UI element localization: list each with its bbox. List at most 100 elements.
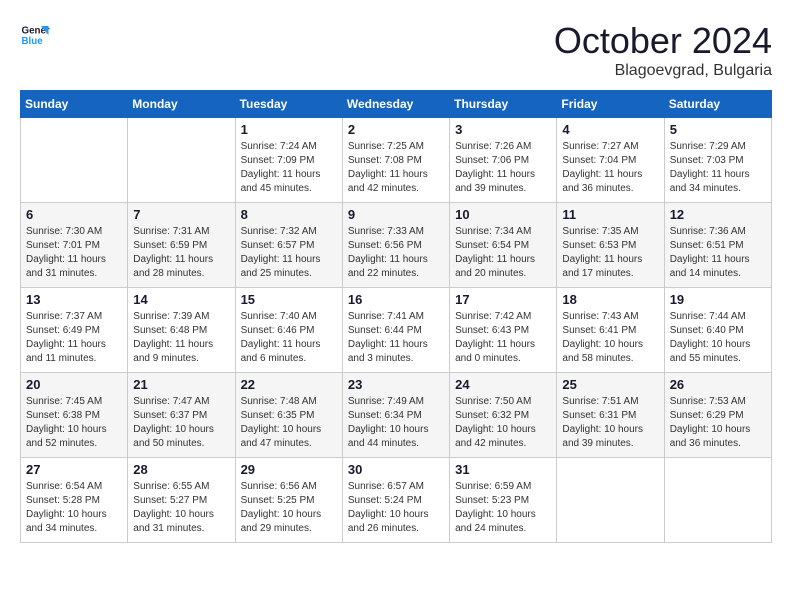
calendar-table: SundayMondayTuesdayWednesdayThursdayFrid…	[20, 90, 772, 543]
day-info: Sunrise: 7:53 AM Sunset: 6:29 PM Dayligh…	[670, 395, 766, 451]
calendar-cell: 13 Sunrise: 7:37 AM Sunset: 6:49 PM Dayli…	[21, 288, 128, 373]
calendar-cell	[21, 118, 128, 203]
day-info: Sunrise: 6:57 AM Sunset: 5:24 PM Dayligh…	[348, 480, 444, 536]
calendar-cell: 31 Sunrise: 6:59 AM Sunset: 5:23 PM Dayli…	[450, 458, 557, 543]
calendar-cell: 4 Sunrise: 7:27 AM Sunset: 7:04 PM Daylig…	[557, 118, 664, 203]
calendar-cell: 2 Sunrise: 7:25 AM Sunset: 7:08 PM Daylig…	[342, 118, 449, 203]
calendar-cell: 11Sunrise: 7:35 AM Sunset: 6:53 PM Dayli…	[557, 203, 664, 288]
day-number: 3	[455, 122, 551, 137]
day-number: 6	[26, 207, 122, 222]
weekday-header-friday: Friday	[557, 91, 664, 118]
logo: General Blue	[20, 20, 50, 50]
calendar-cell: 21 Sunrise: 7:47 AM Sunset: 6:37 PM Dayli…	[128, 373, 235, 458]
calendar-week-2: 6 Sunrise: 7:30 AM Sunset: 7:01 PM Daylig…	[21, 203, 772, 288]
calendar-header-row: SundayMondayTuesdayWednesdayThursdayFrid…	[21, 91, 772, 118]
day-info: Sunrise: 7:43 AM Sunset: 6:41 PM Dayligh…	[562, 310, 658, 366]
logo-icon: General Blue	[20, 20, 50, 50]
svg-text:Blue: Blue	[22, 36, 44, 47]
day-info: Sunrise: 7:36 AM Sunset: 6:51 PM Dayligh…	[670, 225, 766, 281]
calendar-cell: 3Sunrise: 7:26 AM Sunset: 7:06 PM Daylig…	[450, 118, 557, 203]
calendar-cell	[128, 118, 235, 203]
day-number: 8	[241, 207, 337, 222]
day-number: 22	[241, 377, 337, 392]
day-number: 14	[133, 292, 229, 307]
calendar-cell: 28 Sunrise: 6:55 AM Sunset: 5:27 PM Dayli…	[128, 458, 235, 543]
title-block: October 2024 Blagoevgrad, Bulgaria	[554, 20, 772, 80]
weekday-header-monday: Monday	[128, 91, 235, 118]
calendar-week-5: 27 Sunrise: 6:54 AM Sunset: 5:28 PM Dayli…	[21, 458, 772, 543]
day-number: 17	[455, 292, 551, 307]
day-number: 23	[348, 377, 444, 392]
calendar-week-1: 1Sunrise: 7:24 AM Sunset: 7:09 PM Daylig…	[21, 118, 772, 203]
day-info: Sunrise: 7:45 AM Sunset: 6:38 PM Dayligh…	[26, 395, 122, 451]
day-number: 20	[26, 377, 122, 392]
day-info: Sunrise: 7:32 AM Sunset: 6:57 PM Dayligh…	[241, 225, 337, 281]
day-info: Sunrise: 7:47 AM Sunset: 6:37 PM Dayligh…	[133, 395, 229, 451]
day-info: Sunrise: 7:50 AM Sunset: 6:32 PM Dayligh…	[455, 395, 551, 451]
calendar-cell: 23 Sunrise: 7:49 AM Sunset: 6:34 PM Dayli…	[342, 373, 449, 458]
day-number: 28	[133, 462, 229, 477]
calendar-cell	[557, 458, 664, 543]
day-info: Sunrise: 7:27 AM Sunset: 7:04 PM Dayligh…	[562, 140, 658, 196]
day-info: Sunrise: 7:37 AM Sunset: 6:49 PM Dayligh…	[26, 310, 122, 366]
day-number: 15	[241, 292, 337, 307]
day-info: Sunrise: 7:30 AM Sunset: 7:01 PM Dayligh…	[26, 225, 122, 281]
day-info: Sunrise: 7:35 AM Sunset: 6:53 PM Dayligh…	[562, 225, 658, 281]
day-number: 31	[455, 462, 551, 477]
calendar-cell: 7Sunrise: 7:31 AM Sunset: 6:59 PM Daylig…	[128, 203, 235, 288]
day-number: 13	[26, 292, 122, 307]
day-number: 5	[670, 122, 766, 137]
calendar-cell: 10Sunrise: 7:34 AM Sunset: 6:54 PM Dayli…	[450, 203, 557, 288]
weekday-header-thursday: Thursday	[450, 91, 557, 118]
calendar-week-3: 13 Sunrise: 7:37 AM Sunset: 6:49 PM Dayli…	[21, 288, 772, 373]
day-info: Sunrise: 7:42 AM Sunset: 6:43 PM Dayligh…	[455, 310, 551, 366]
calendar-cell: 27 Sunrise: 6:54 AM Sunset: 5:28 PM Dayli…	[21, 458, 128, 543]
day-number: 29	[241, 462, 337, 477]
location-subtitle: Blagoevgrad, Bulgaria	[554, 62, 772, 80]
day-info: Sunrise: 7:31 AM Sunset: 6:59 PM Dayligh…	[133, 225, 229, 281]
day-number: 18	[562, 292, 658, 307]
day-number: 26	[670, 377, 766, 392]
weekday-header-sunday: Sunday	[21, 91, 128, 118]
calendar-cell: 5 Sunrise: 7:29 AM Sunset: 7:03 PM Daylig…	[664, 118, 771, 203]
calendar-cell: 9Sunrise: 7:33 AM Sunset: 6:56 PM Daylig…	[342, 203, 449, 288]
day-info: Sunrise: 7:40 AM Sunset: 6:46 PM Dayligh…	[241, 310, 337, 366]
calendar-week-4: 20 Sunrise: 7:45 AM Sunset: 6:38 PM Dayli…	[21, 373, 772, 458]
day-number: 24	[455, 377, 551, 392]
calendar-cell: 25 Sunrise: 7:51 AM Sunset: 6:31 PM Dayli…	[557, 373, 664, 458]
day-number: 21	[133, 377, 229, 392]
calendar-cell: 12 Sunrise: 7:36 AM Sunset: 6:51 PM Dayli…	[664, 203, 771, 288]
calendar-cell: 18 Sunrise: 7:43 AM Sunset: 6:41 PM Dayli…	[557, 288, 664, 373]
calendar-cell: 6 Sunrise: 7:30 AM Sunset: 7:01 PM Daylig…	[21, 203, 128, 288]
calendar-cell	[664, 458, 771, 543]
day-info: Sunrise: 6:54 AM Sunset: 5:28 PM Dayligh…	[26, 480, 122, 536]
day-info: Sunrise: 7:49 AM Sunset: 6:34 PM Dayligh…	[348, 395, 444, 451]
day-info: Sunrise: 7:44 AM Sunset: 6:40 PM Dayligh…	[670, 310, 766, 366]
day-number: 25	[562, 377, 658, 392]
calendar-cell: 1Sunrise: 7:24 AM Sunset: 7:09 PM Daylig…	[235, 118, 342, 203]
day-number: 2	[348, 122, 444, 137]
calendar-cell: 17 Sunrise: 7:42 AM Sunset: 6:43 PM Dayli…	[450, 288, 557, 373]
day-info: Sunrise: 7:48 AM Sunset: 6:35 PM Dayligh…	[241, 395, 337, 451]
calendar-cell: 30 Sunrise: 6:57 AM Sunset: 5:24 PM Dayli…	[342, 458, 449, 543]
day-info: Sunrise: 7:25 AM Sunset: 7:08 PM Dayligh…	[348, 140, 444, 196]
day-info: Sunrise: 7:29 AM Sunset: 7:03 PM Dayligh…	[670, 140, 766, 196]
day-info: Sunrise: 6:55 AM Sunset: 5:27 PM Dayligh…	[133, 480, 229, 536]
day-number: 4	[562, 122, 658, 137]
weekday-header-saturday: Saturday	[664, 91, 771, 118]
day-number: 12	[670, 207, 766, 222]
day-info: Sunrise: 7:41 AM Sunset: 6:44 PM Dayligh…	[348, 310, 444, 366]
calendar-cell: 8 Sunrise: 7:32 AM Sunset: 6:57 PM Daylig…	[235, 203, 342, 288]
calendar-cell: 26 Sunrise: 7:53 AM Sunset: 6:29 PM Dayli…	[664, 373, 771, 458]
calendar-cell: 19 Sunrise: 7:44 AM Sunset: 6:40 PM Dayli…	[664, 288, 771, 373]
calendar-cell: 22 Sunrise: 7:48 AM Sunset: 6:35 PM Dayli…	[235, 373, 342, 458]
day-info: Sunrise: 7:51 AM Sunset: 6:31 PM Dayligh…	[562, 395, 658, 451]
day-number: 30	[348, 462, 444, 477]
calendar-cell: 24 Sunrise: 7:50 AM Sunset: 6:32 PM Dayli…	[450, 373, 557, 458]
day-info: Sunrise: 7:39 AM Sunset: 6:48 PM Dayligh…	[133, 310, 229, 366]
day-number: 1	[241, 122, 337, 137]
day-info: Sunrise: 6:56 AM Sunset: 5:25 PM Dayligh…	[241, 480, 337, 536]
day-info: Sunrise: 6:59 AM Sunset: 5:23 PM Dayligh…	[455, 480, 551, 536]
day-number: 27	[26, 462, 122, 477]
day-number: 19	[670, 292, 766, 307]
